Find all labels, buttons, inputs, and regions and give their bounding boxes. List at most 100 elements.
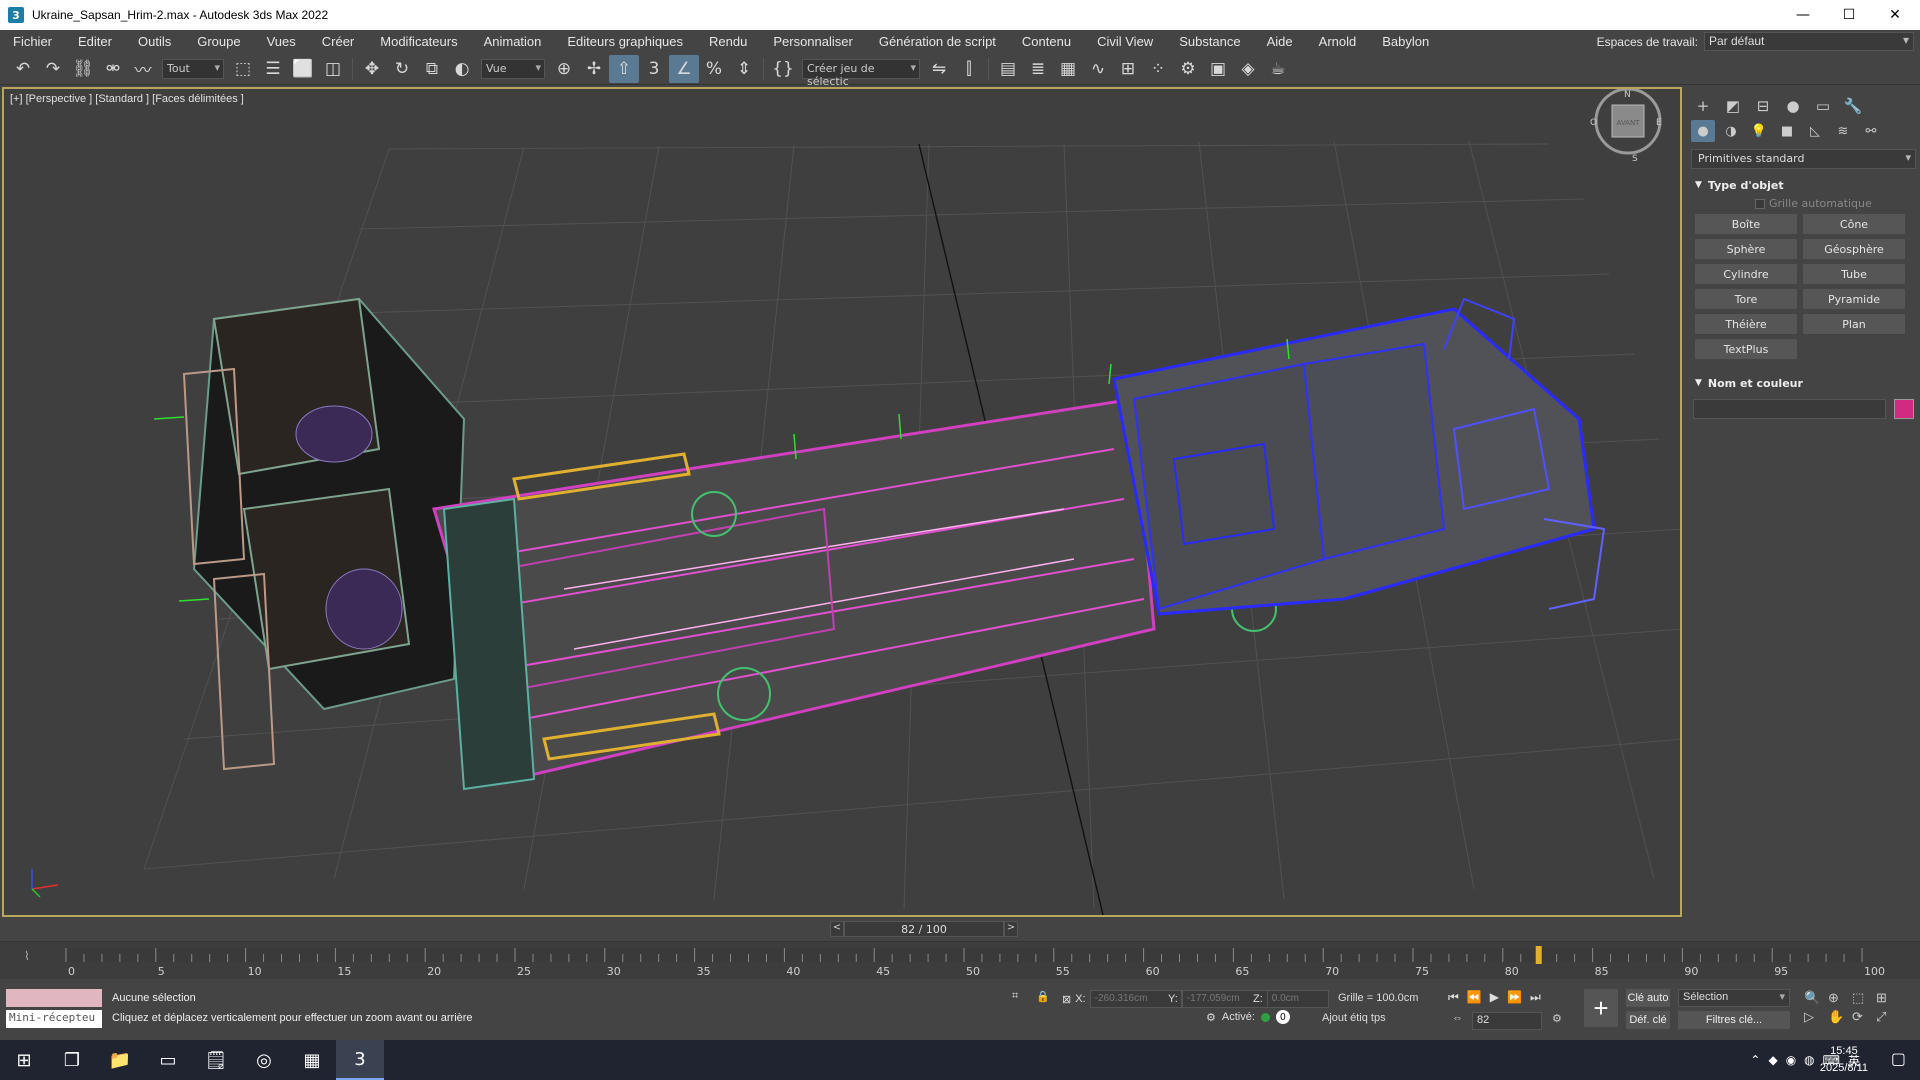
edit-named-selection-icon[interactable]: {}	[768, 55, 798, 83]
menu-fichier[interactable]: Fichier	[0, 34, 65, 49]
spacewarps-icon[interactable]: ≋	[1831, 120, 1855, 142]
maximize-viewport-icon[interactable]: ⤢	[1876, 1009, 1898, 1025]
adaptive-degradation-icon[interactable]: ⚙	[1206, 1011, 1216, 1024]
move-icon[interactable]: ✥	[357, 55, 387, 83]
link-icon[interactable]: ⛓	[68, 55, 98, 83]
pyramid-button[interactable]: Pyramide	[1803, 289, 1905, 309]
wechat-icon[interactable]: ◉	[1786, 1053, 1796, 1067]
menu-babylon[interactable]: Babylon	[1369, 34, 1442, 49]
shapes-icon[interactable]: ◑	[1719, 120, 1743, 142]
display-tab-icon[interactable]: ▭	[1811, 95, 1835, 117]
current-frame-marker[interactable]	[1535, 946, 1542, 964]
viewcube[interactable]: AVANT N E S O	[1590, 89, 1662, 164]
taskbar-clock[interactable]: 15:45 2025/8/11	[1820, 1043, 1868, 1077]
terminal-icon[interactable]: ▭	[144, 1040, 192, 1080]
rollout-object-type[interactable]: ▼ Type d'objet	[1691, 175, 1916, 195]
maxscript-listener-swatch[interactable]	[6, 989, 102, 1007]
bind-spacewarp-icon[interactable]: 〰	[128, 55, 158, 83]
menu-personnaliser[interactable]: Personnaliser	[760, 34, 866, 49]
zoom-extents-icon[interactable]: ⬚	[1852, 990, 1874, 1006]
place-icon[interactable]: ◐	[447, 55, 477, 83]
windows-start-icon[interactable]: ⊞	[0, 1040, 48, 1080]
mini-listener-field[interactable]: Mini-récepteu	[6, 1010, 102, 1028]
tray-app-icon[interactable]: ◆	[1768, 1053, 1777, 1067]
go-to-start-icon[interactable]: ⏮	[1448, 990, 1459, 1005]
torus-button[interactable]: Tore	[1695, 289, 1797, 309]
percent-snap-icon[interactable]: %	[699, 55, 729, 83]
scale-icon[interactable]: ⧉	[417, 55, 447, 83]
layer-explorer-icon[interactable]: ≣	[1023, 55, 1053, 83]
hierarchy-tab-icon[interactable]: ⊟	[1751, 95, 1775, 117]
track-bar[interactable]: 0 5 10 15 20 25 30 35 40 45 50 55 60 65 70 75 80 85 90 95 10…	[0, 941, 1920, 979]
file-explorer-icon[interactable]: 📁	[96, 1040, 144, 1080]
time-configuration-icon[interactable]: ⚙	[1552, 1012, 1562, 1025]
rotate-icon[interactable]: ↻	[387, 55, 417, 83]
add-time-tag[interactable]: Ajout étiq tps	[1322, 1012, 1386, 1024]
keyboard-shortcut-toggle-icon[interactable]: ⇧	[609, 54, 639, 83]
zoom-all-icon[interactable]: ⊕	[1828, 990, 1850, 1006]
time-slider[interactable]: 82 / 100	[844, 921, 1004, 937]
menu-editer[interactable]: Editer	[65, 34, 125, 49]
menu-generation-script[interactable]: Génération de script	[866, 34, 1009, 49]
field-of-view-icon[interactable]: ▷	[1804, 1009, 1826, 1025]
reference-coord-dropdown[interactable]: Vue	[481, 58, 545, 79]
unlink-icon[interactable]: ⚮	[98, 55, 128, 83]
maximize-button[interactable]: ☐	[1826, 0, 1872, 30]
pan-icon[interactable]: ✋	[1828, 1009, 1850, 1025]
window-crossing-icon[interactable]: ◫	[318, 55, 348, 83]
key-selection-dropdown[interactable]: Sélection	[1678, 989, 1790, 1007]
menu-arnold[interactable]: Arnold	[1306, 34, 1370, 49]
menu-vues[interactable]: Vues	[254, 34, 309, 49]
notepad-icon[interactable]: 🗒	[192, 1040, 240, 1080]
create-tab-icon[interactable]: +	[1691, 95, 1715, 117]
rollout-name-color[interactable]: ▼ Nom et couleur	[1691, 373, 1916, 393]
scene-explorer-icon[interactable]: ▤	[993, 55, 1023, 83]
rect-selection-icon[interactable]: ⬜	[288, 55, 318, 83]
helpers-icon[interactable]: ◺	[1803, 120, 1827, 142]
auto-key-button[interactable]: Clé auto	[1626, 989, 1670, 1007]
menu-aide[interactable]: Aide	[1254, 34, 1306, 49]
sphere-button[interactable]: Sphère	[1695, 239, 1797, 259]
textplus-button[interactable]: TextPlus	[1695, 339, 1797, 359]
menu-creer[interactable]: Créer	[309, 34, 368, 49]
geometry-icon[interactable]: ●	[1691, 120, 1715, 142]
pivot-center-icon[interactable]: ⊕	[549, 55, 579, 83]
render-production-icon[interactable]: ◈	[1233, 55, 1263, 83]
select-object-icon[interactable]: ⬚	[228, 55, 258, 83]
minimize-button[interactable]: —	[1780, 0, 1826, 30]
menu-substance[interactable]: Substance	[1166, 34, 1253, 49]
menu-editeurs-graphiques[interactable]: Editeurs graphiques	[554, 34, 696, 49]
menu-groupe[interactable]: Groupe	[184, 34, 253, 49]
object-color-swatch[interactable]	[1894, 399, 1914, 419]
spinner-snap-icon[interactable]: ⇕	[729, 55, 759, 83]
isolate-selection-icon[interactable]: ⌗	[1012, 990, 1018, 1003]
modify-tab-icon[interactable]: ◩	[1721, 95, 1745, 117]
align-icon[interactable]: ⫿	[954, 55, 984, 83]
menu-animation[interactable]: Animation	[471, 34, 555, 49]
redo-icon[interactable]: ↷	[38, 55, 68, 83]
set-key-icon[interactable]: +	[1584, 989, 1618, 1027]
render-setup-icon[interactable]: ⚙	[1173, 55, 1203, 83]
viewport-label[interactable]: [+] [Perspective ] [Standard ] [Faces dé…	[10, 93, 244, 105]
previous-frame-icon[interactable]: ⏪	[1467, 990, 1482, 1005]
tube-button[interactable]: Tube	[1803, 264, 1905, 284]
tray-overflow-icon[interactable]: ⌃	[1750, 1053, 1760, 1067]
plane-button[interactable]: Plan	[1803, 314, 1905, 334]
select-manipulate-icon[interactable]: ✢	[579, 55, 609, 83]
time-prev-button[interactable]: <	[830, 921, 844, 937]
time-next-button[interactable]: >	[1004, 921, 1018, 937]
cylinder-button[interactable]: Cylindre	[1695, 264, 1797, 284]
edge-browser-icon[interactable]: ◎	[240, 1040, 288, 1080]
menu-outils[interactable]: Outils	[125, 34, 184, 49]
material-editor-icon[interactable]: ⁘	[1143, 55, 1173, 83]
network-icon[interactable]: ◍	[1804, 1053, 1814, 1067]
object-name-field[interactable]	[1693, 399, 1887, 419]
angle-snap-icon[interactable]: ∠	[669, 54, 699, 83]
named-selection-dropdown[interactable]: Créer jeu de sélectic	[802, 58, 920, 88]
systems-icon[interactable]: ⚯	[1859, 120, 1883, 142]
menu-civil-view[interactable]: Civil View	[1084, 34, 1166, 49]
archive-app-icon[interactable]: ▦	[288, 1040, 336, 1080]
rendered-frame-window-icon[interactable]: ▣	[1203, 55, 1233, 83]
abs-mode-icon[interactable]: ⊠	[1062, 993, 1071, 1006]
task-view-icon[interactable]: ❐	[48, 1040, 96, 1080]
